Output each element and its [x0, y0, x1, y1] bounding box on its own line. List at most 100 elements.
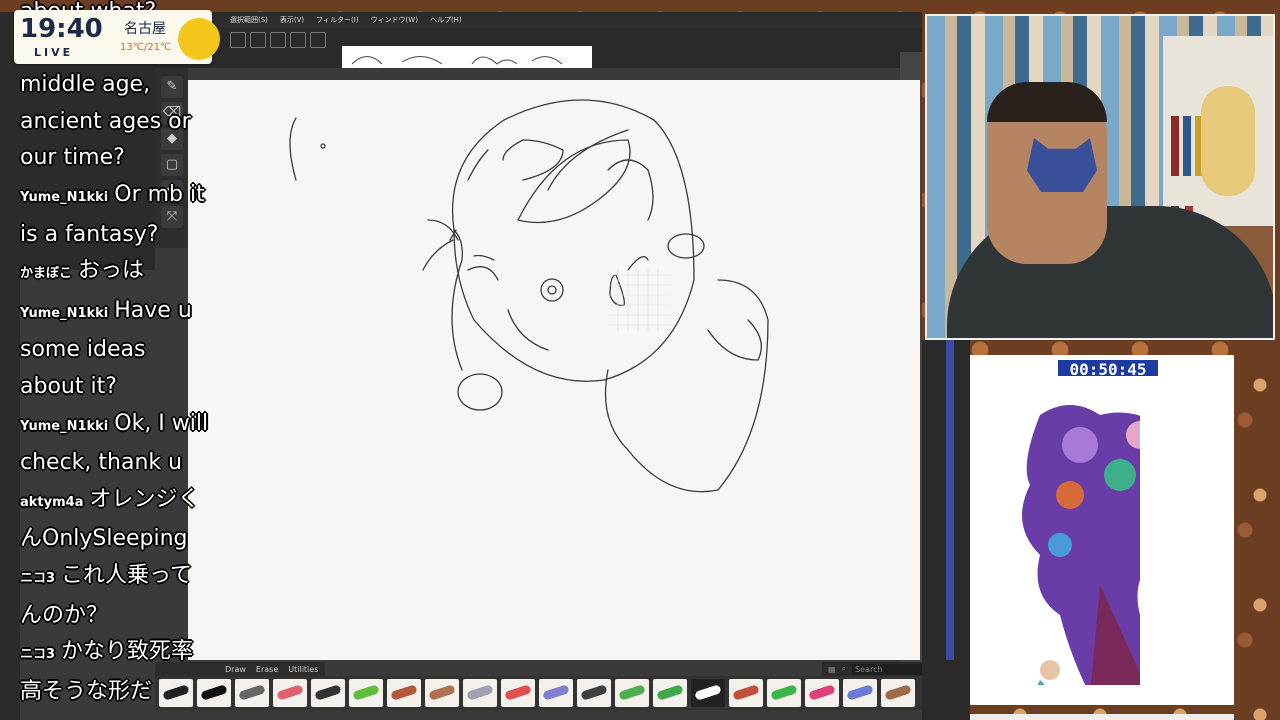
chat-line: 高そうな形だ [20, 674, 230, 711]
brush-preset[interactable] [539, 679, 573, 707]
chat-line: Yume_N1kki Have u [20, 293, 230, 333]
brush-stroke-icon [466, 684, 494, 701]
brush-stroke-icon [656, 684, 684, 701]
brush-preset[interactable] [653, 679, 687, 707]
brush-preset[interactable] [577, 679, 611, 707]
chat-line: is a fantasy? [20, 217, 230, 254]
brush-preset[interactable] [691, 679, 725, 707]
chat-username: かまぼこ [20, 266, 73, 282]
clock-widget: 19:40 LIVE 名古屋 13℃/21℃ [14, 10, 220, 64]
reference-artwork [970, 355, 1234, 705]
brush-preset[interactable] [881, 679, 915, 707]
chat-username: aktym4a [20, 494, 84, 510]
chat-message: some ideas [20, 337, 146, 363]
brush-preset[interactable] [387, 679, 421, 707]
menu-item-filter[interactable]: フィルター(I) [316, 15, 358, 25]
chat-line: ニコ3 かなり致死率 [20, 634, 230, 674]
brush-preset[interactable] [273, 679, 307, 707]
menu-item-help[interactable]: ヘルプ(H) [430, 15, 462, 25]
brush-stroke-icon [808, 684, 836, 701]
chat-line: about it? [20, 369, 230, 406]
search-icon: ⌕ [841, 664, 847, 673]
brush-stroke-icon [276, 684, 304, 701]
chat-username: Yume_N1kki [20, 305, 109, 321]
chat-message: これ人乗って [61, 562, 192, 588]
chat-overlay: about what?Adventure inmiddle age,ancien… [20, 0, 230, 710]
chat-message: おっは [78, 258, 145, 284]
brush-stroke-icon [732, 684, 760, 701]
chat-line: ancient ages or [20, 104, 230, 141]
brush-preset[interactable] [311, 679, 345, 707]
chat-username: Yume_N1kki [20, 189, 109, 205]
chat-message: んOnlySleeping [20, 526, 188, 552]
chat-message: オレンジく [89, 486, 200, 512]
chat-message: Or mb it [114, 181, 205, 207]
chat-line: かまぼこ おっは [20, 253, 230, 293]
brush-stroke-icon [694, 684, 722, 701]
chat-message: Have u [114, 297, 192, 323]
chat-line: middle age, [20, 67, 230, 104]
stream-timer: 00:50:45 [1056, 358, 1160, 379]
chat-line: Yume_N1kki Ok, I will [20, 406, 230, 446]
clear-icon[interactable] [270, 32, 286, 48]
brush-preset[interactable] [463, 679, 497, 707]
brush-stroke-icon [618, 684, 646, 701]
chat-line: some ideas [20, 332, 230, 369]
chat-line: Yume_N1kki Or mb it [20, 177, 230, 217]
drawing-canvas[interactable] [188, 80, 920, 660]
brush-preset[interactable] [425, 679, 459, 707]
brush-preset[interactable] [349, 679, 383, 707]
chat-message: んのか？ [20, 602, 109, 628]
brush-stroke-icon [428, 684, 456, 701]
brush-preset[interactable] [615, 679, 649, 707]
chat-line: ニコ3 これ人乗って [20, 558, 230, 598]
sun-icon [178, 18, 220, 60]
menu-item-window[interactable]: ウィンドウ(W) [371, 15, 418, 25]
canvas-tab-thumbnails[interactable] [342, 46, 592, 68]
webcam-feed [925, 14, 1275, 340]
tab-utilities[interactable]: Utilities [288, 665, 318, 674]
brush-stroke-icon [542, 684, 570, 701]
brush-preset[interactable] [767, 679, 801, 707]
chat-message: かなり致死率 [61, 639, 194, 665]
grid-view-icon[interactable]: ▦ [828, 665, 836, 674]
chat-message: is a fantasy? [20, 221, 159, 247]
brush-stroke-icon [314, 684, 342, 701]
brush-stroke-icon [884, 684, 912, 701]
copy-icon[interactable] [290, 32, 306, 48]
sketch-thumbnail [351, 56, 563, 65]
undo-icon[interactable] [230, 32, 246, 48]
chat-username: ニコ3 [20, 570, 56, 586]
chat-line: んのか？ [20, 598, 230, 635]
brush-preset[interactable] [805, 679, 839, 707]
redo-icon[interactable] [250, 32, 266, 48]
brush-preset[interactable] [501, 679, 535, 707]
brush-stroke-icon [352, 684, 380, 701]
scroll-indicator [946, 340, 954, 660]
teddy-bear [1201, 86, 1255, 196]
live-label: LIVE [34, 46, 74, 59]
brush-preset[interactable] [235, 679, 269, 707]
bottom-edge [970, 714, 1234, 720]
chat-message: our time? [20, 145, 125, 171]
chat-message: ancient ages or [20, 108, 191, 134]
tab-erase[interactable]: Erase [256, 665, 278, 674]
chat-message: about it? [20, 373, 117, 399]
brush-stroke-icon [580, 684, 608, 701]
temperature: 13℃/21℃ [120, 42, 172, 53]
brush-stroke-icon [504, 684, 532, 701]
brush-stroke-icon [770, 684, 798, 701]
menu-item-selection[interactable]: 選択範囲(S) [230, 15, 268, 25]
brush-preset[interactable] [843, 679, 877, 707]
chat-username: Yume_N1kki [20, 418, 109, 434]
chat-message: middle age, [20, 72, 151, 98]
streamer-hair [987, 82, 1107, 122]
menu-item-view[interactable]: 表示(V) [280, 15, 304, 25]
chat-message: 高そうな形だ [20, 678, 153, 704]
chat-line: our time? [20, 140, 230, 177]
brush-preset[interactable] [729, 679, 763, 707]
brush-stroke-icon [846, 684, 874, 701]
chat-line: aktym4a オレンジく [20, 482, 230, 522]
paste-icon[interactable] [310, 32, 326, 48]
brush-stroke-icon [238, 684, 266, 701]
